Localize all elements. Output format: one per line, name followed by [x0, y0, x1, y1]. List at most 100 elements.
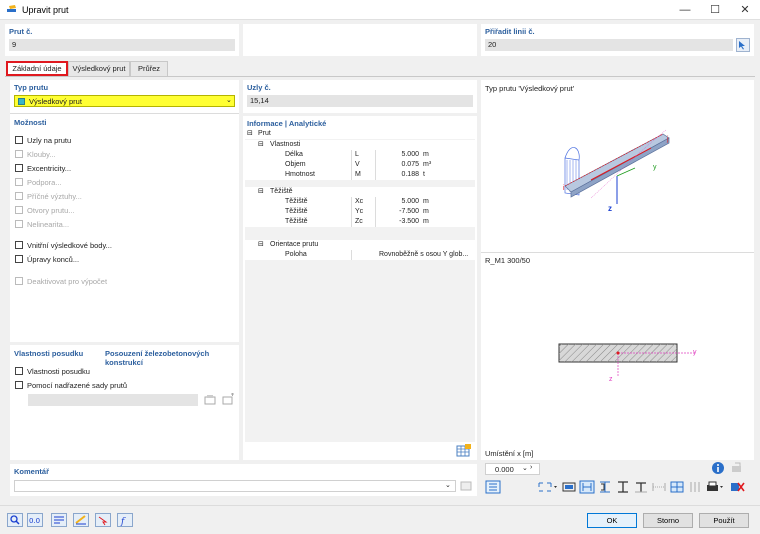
tree-data-row: Těžiště Xc 5.000 m [245, 197, 475, 207]
tree-group-row: ⊟ Těžiště [245, 187, 475, 197]
row-unit: t [423, 171, 425, 178]
end-modifications-checkbox[interactable] [15, 255, 23, 263]
row-name: Objem [285, 161, 306, 168]
row-value: -7.500 [399, 208, 419, 215]
eccentricities-checkbox[interactable] [15, 164, 23, 172]
ok-button[interactable]: OK [587, 513, 637, 528]
function-icon[interactable]: f [117, 513, 133, 527]
section-axis-y-label: y [693, 349, 697, 356]
nodes-label: Uzly č. [247, 83, 271, 92]
comment-label: Komentář [14, 467, 50, 476]
print-section-icon[interactable] [561, 480, 577, 494]
title-bar: Upravit prut — ☐ ✕ [0, 0, 760, 20]
result-points-checkbox[interactable] [15, 241, 23, 249]
print-icon[interactable] [705, 480, 725, 494]
member-type-select[interactable]: Výsledkový prut ⌄ [14, 95, 235, 107]
table-export-icon[interactable] [456, 444, 472, 458]
option-label: Excentricity... [27, 164, 72, 173]
apply-button[interactable]: Použít [699, 513, 749, 528]
dimension-icon[interactable] [579, 480, 595, 494]
chevron-down-icon[interactable]: ⌄ [522, 464, 528, 472]
row-symbol: L [355, 151, 359, 158]
tab-basic-data[interactable]: Základní údaje [6, 61, 68, 76]
reset-view-icon[interactable] [729, 480, 745, 494]
section-axis-z-label: z [609, 376, 613, 383]
row-name: Poloha [285, 251, 307, 258]
axis-z-label: z [608, 204, 612, 213]
row-value: Rovnoběžně s osou Y glob... [379, 251, 469, 258]
tree-data-row: Objem V 0.075 m³ [245, 160, 475, 170]
maximize-button[interactable]: ☐ [700, 0, 730, 20]
preview-panel: Typ prutu 'Výsledkový prut' z y i j R_M1… [481, 80, 754, 460]
dimension-vertical-icon[interactable] [597, 480, 613, 494]
pick-line-icon[interactable] [736, 38, 750, 52]
view-select-icon[interactable] [537, 480, 559, 494]
design-properties-checkbox[interactable] [15, 367, 23, 375]
member-edit-icon[interactable] [73, 513, 89, 527]
collapse-icon[interactable]: ⊟ [258, 140, 264, 150]
member-no-field[interactable]: 9 [9, 39, 235, 51]
collapse-icon[interactable]: ⊟ [258, 187, 264, 197]
row-symbol: Yc [355, 208, 364, 215]
member-select-icon[interactable] [95, 513, 111, 527]
design-link[interactable]: Posouzení železobetonových konstrukcí [105, 349, 239, 367]
dotted-line-icon [652, 483, 666, 491]
tab-result-member[interactable]: Výsledkový prut [68, 61, 130, 76]
assign-line-panel: Přiřadit linii č. 20 [481, 24, 754, 56]
nodes-field[interactable]: 15,14 [247, 95, 473, 107]
options-label: Možnosti [14, 118, 47, 127]
member-list-icon[interactable] [51, 513, 67, 527]
parent-set-checkbox[interactable] [15, 381, 23, 389]
tree-data-row: Hmotnost M 0.188 t [245, 170, 475, 180]
design-option-label: Vlastnosti posudku [27, 367, 90, 376]
option-label: Úpravy konců... [27, 255, 80, 264]
graphic-settings-icon[interactable] [485, 480, 501, 494]
row-unit: m³ [423, 161, 432, 168]
row-value: 5.000 [401, 151, 419, 158]
assign-line-label: Přiřadit linii č. [485, 27, 535, 36]
comment-field[interactable]: ⌄ [14, 480, 456, 492]
member-3d-preview [564, 129, 670, 204]
assign-line-field[interactable]: 20 [485, 39, 733, 51]
cancel-button[interactable]: Storno [643, 513, 693, 528]
collapse-icon[interactable]: ⊟ [247, 129, 253, 139]
design-label: Vlastnosti posudku [14, 349, 84, 358]
info-label: Informace | Analytické [247, 119, 327, 128]
member-no-panel: Prut č. 9 [5, 24, 239, 56]
row-symbol: Zc [355, 218, 363, 225]
info-tree: ⊟ Prut ⊟ Vlastnosti Délka L 5.000 m Obje… [245, 129, 475, 442]
chevron-right-icon[interactable]: › [530, 464, 532, 471]
tree-group-row: ⊟ Vlastnosti [245, 140, 475, 150]
tree-group-label: Těžiště [270, 188, 293, 195]
row-value: 0.075 [401, 161, 419, 168]
collapse-icon[interactable]: ⊟ [258, 240, 264, 250]
i-beam-icon[interactable] [615, 480, 631, 494]
nonlinearity-checkbox [15, 220, 23, 228]
blank-header-panel [243, 24, 477, 56]
axis-y-label: y [653, 164, 657, 171]
units-icon[interactable]: 0.0 [27, 513, 43, 527]
info-icon[interactable] [711, 461, 725, 475]
hinges-checkbox [15, 150, 23, 158]
tree-data-row: Poloha Rovnoběžně s osou Y glob... [245, 250, 475, 260]
row-name: Těžiště [285, 218, 308, 225]
close-button[interactable]: ✕ [730, 0, 760, 20]
option-label: Příčné výztuhy... [27, 192, 82, 201]
stiffeners-checkbox [15, 192, 23, 200]
t-section-icon[interactable] [633, 480, 649, 494]
row-symbol: Xc [355, 198, 364, 205]
nodes-on-member-checkbox[interactable] [15, 136, 23, 144]
option-label: Vnitřní výsledkové body... [27, 241, 112, 250]
openings-checkbox [15, 206, 23, 214]
chevron-down-icon[interactable]: ⌄ [445, 481, 451, 489]
tab-section[interactable]: Průřez [130, 61, 168, 76]
tree-group-label: Orientace prutu [270, 241, 319, 248]
position-spinner[interactable]: 0.000 ⌄ › [485, 463, 540, 475]
select-set-icon [204, 395, 216, 405]
option-label: Otvory prutu... [27, 206, 75, 215]
svg-text:0.0: 0.0 [29, 517, 40, 525]
minimize-button[interactable]: — [670, 0, 700, 20]
deactivate-checkbox [15, 277, 23, 285]
grid-icon[interactable] [669, 480, 685, 494]
search-icon[interactable] [7, 513, 23, 527]
